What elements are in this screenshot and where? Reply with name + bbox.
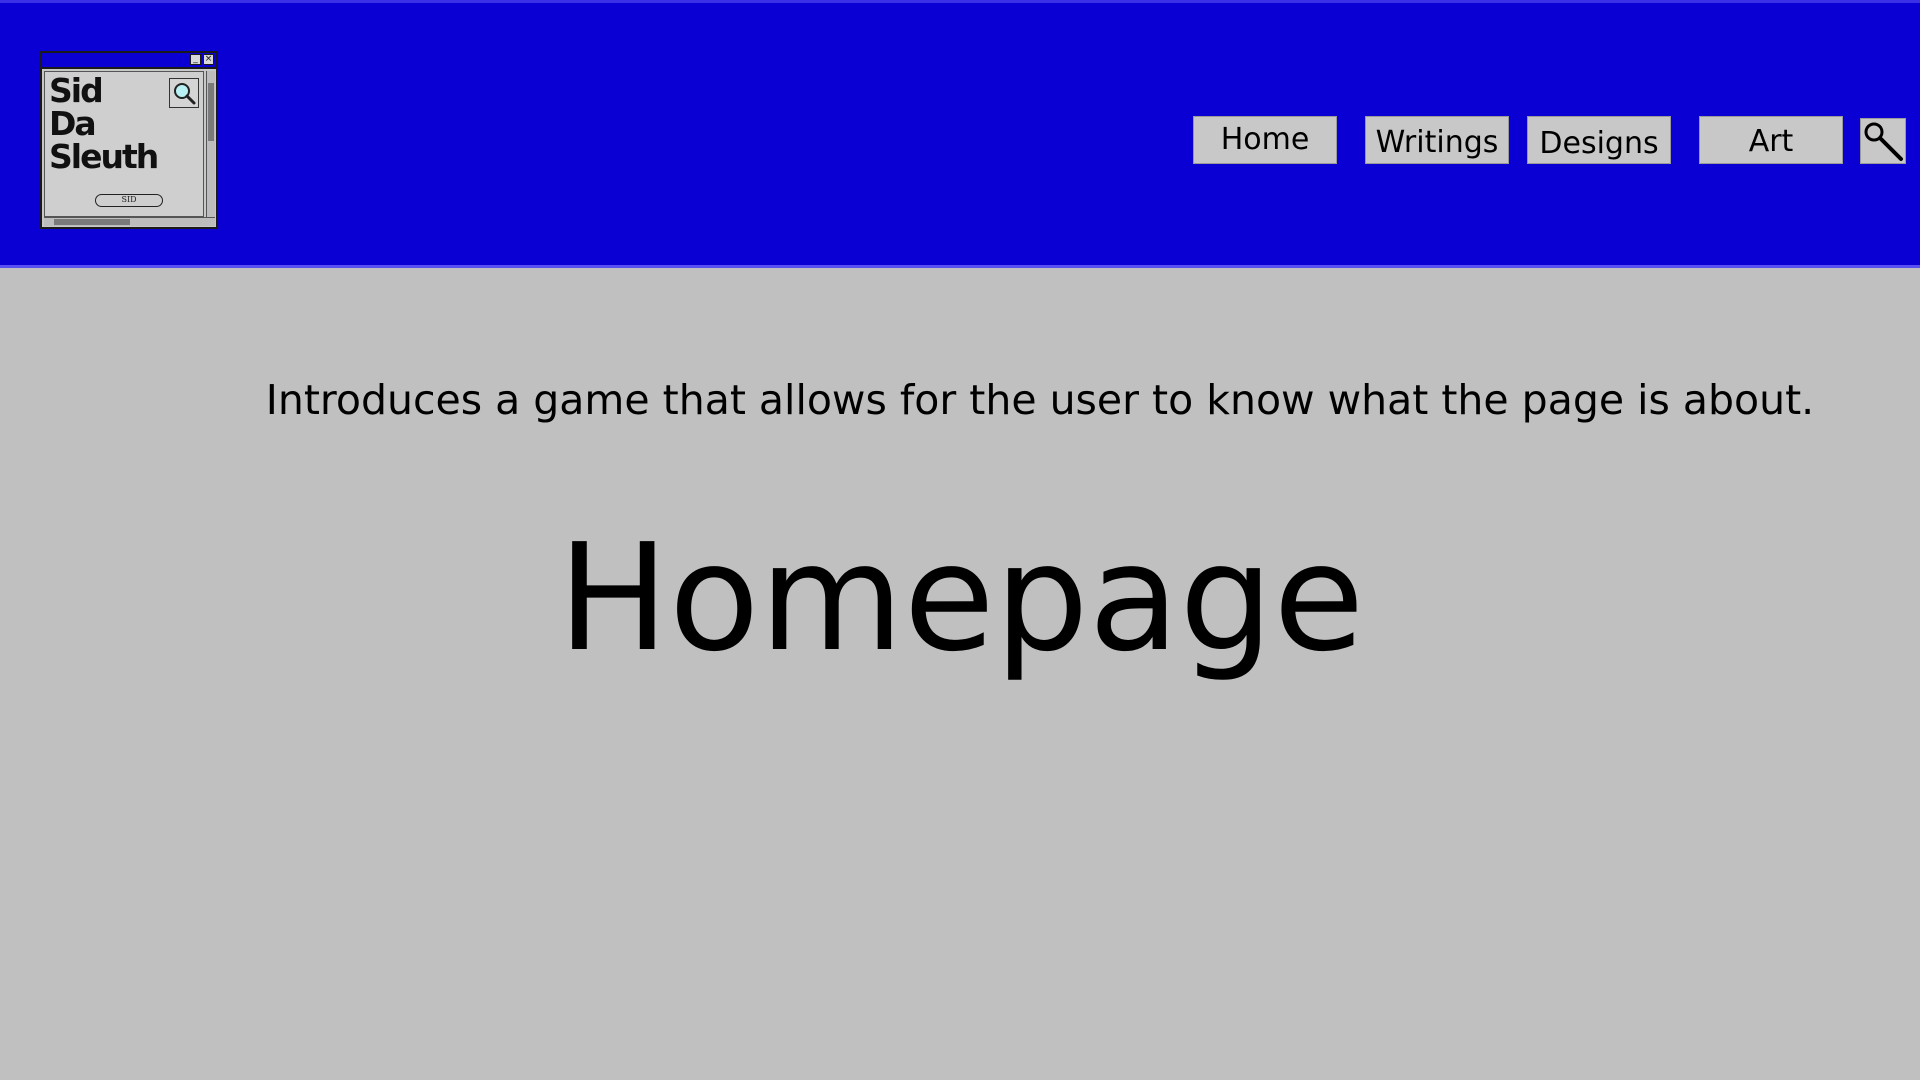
intro-text: Introduces a game that allows for the us… <box>265 376 1815 424</box>
logo-line-sleuth: Sleuth <box>49 137 159 176</box>
logo-body: Sid Da Sleuth SID <box>44 71 204 217</box>
logo-wordmark: Sid Da Sleuth <box>49 71 159 176</box>
nav-writings-button[interactable]: Writings <box>1365 116 1509 164</box>
logo-vertical-scrollbar <box>206 71 215 217</box>
site-logo[interactable]: _ × Sid Da Sleuth SID <box>40 51 218 229</box>
nav-home-button[interactable]: Home <box>1193 116 1337 164</box>
nav-designs-button[interactable]: Designs <box>1527 116 1671 164</box>
nav-art-button[interactable]: Art <box>1699 116 1843 164</box>
magnifier-icon <box>169 78 199 108</box>
site-header: _ × Sid Da Sleuth SID Home Writings Desi… <box>0 0 1920 268</box>
logo-horizontal-scrollbar <box>44 217 215 226</box>
logo-line-da: Da <box>49 104 97 143</box>
page-title: Homepage <box>557 512 1365 684</box>
close-icon: × <box>203 54 214 65</box>
search-icon <box>1864 122 1903 161</box>
logo-line-sid: Sid <box>49 71 104 110</box>
logo-badge: SID <box>95 194 163 207</box>
logo-titlebar: _ × <box>42 53 216 69</box>
minimize-icon: _ <box>190 54 201 65</box>
search-button[interactable] <box>1860 118 1906 164</box>
